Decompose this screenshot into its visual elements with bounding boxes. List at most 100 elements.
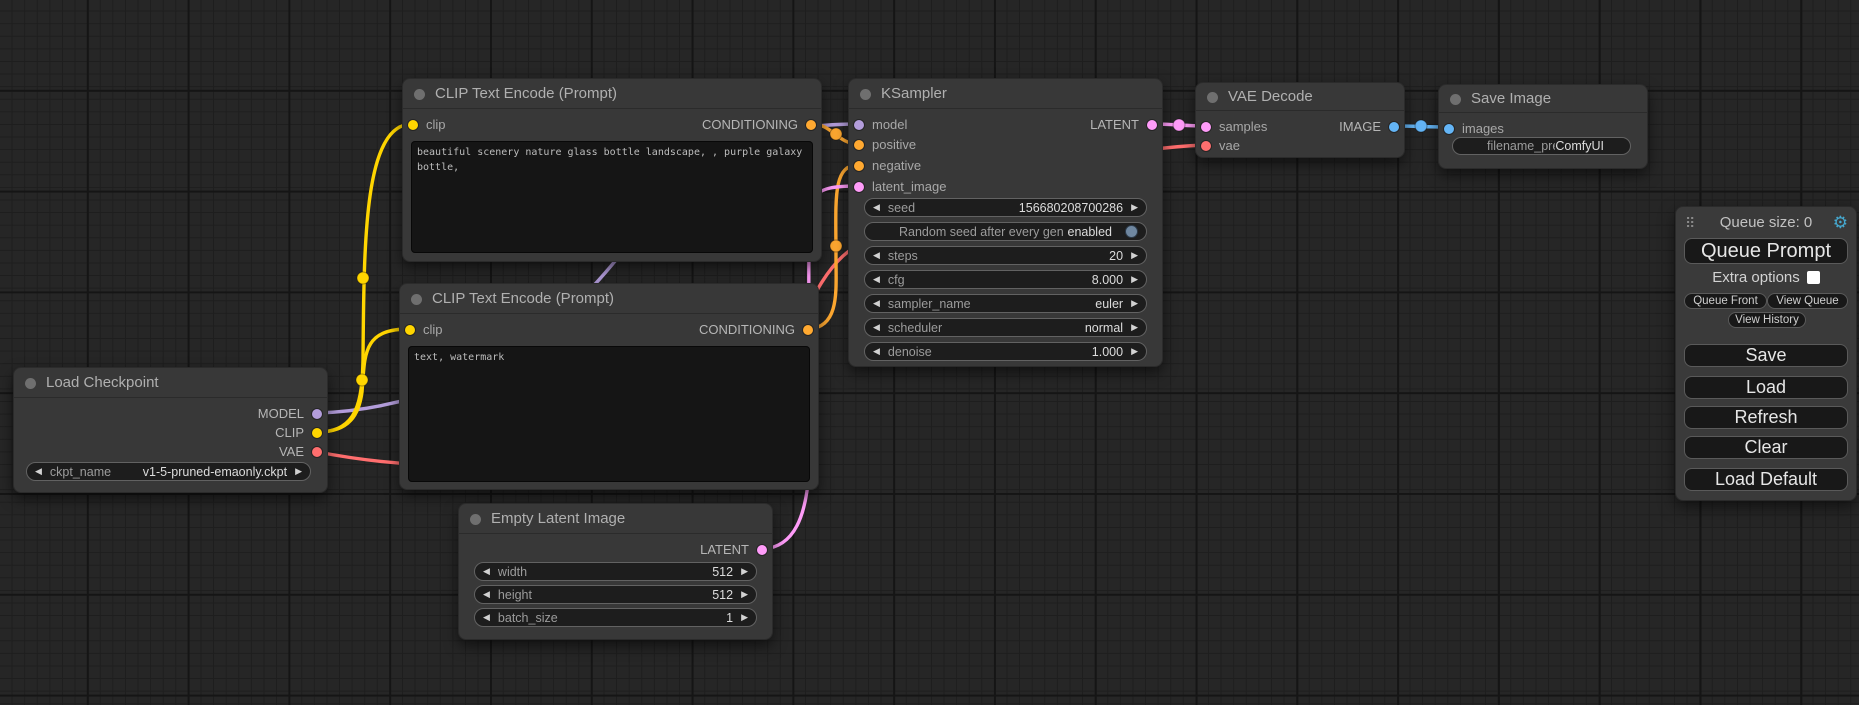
positive-prompt-textarea[interactable]: beautiful scenery nature glass bottle la… <box>411 141 813 253</box>
input-dot-clip[interactable] <box>405 325 415 335</box>
widget-right-arrow-icon[interactable]: ▶ <box>295 467 302 476</box>
input-dot-positive[interactable] <box>854 140 864 150</box>
widget-right-arrow-icon[interactable]: ▶ <box>1131 323 1138 332</box>
widget-right-arrow-icon[interactable]: ▶ <box>1131 251 1138 260</box>
load-button[interactable]: Load <box>1684 376 1848 399</box>
widget-left-arrow-icon[interactable]: ◀ <box>35 467 42 476</box>
node-collapse-dot[interactable] <box>411 294 422 305</box>
widget-left-arrow-icon[interactable]: ◀ <box>873 275 880 284</box>
output-dot-image[interactable] <box>1389 122 1399 132</box>
output-dot-model[interactable] <box>312 409 322 419</box>
node-empty-latent-image[interactable]: Empty Latent Image LATENT ◀ width 512 ▶ … <box>458 503 773 640</box>
steps-widget[interactable]: ◀ steps 20 ▶ <box>864 246 1147 265</box>
output-dot-conditioning[interactable] <box>803 325 813 335</box>
input-dot-samples[interactable] <box>1201 122 1211 132</box>
output-slot-clip[interactable]: CLIP <box>275 423 327 443</box>
height-widget[interactable]: ◀ height 512 ▶ <box>474 585 757 604</box>
widget-right-arrow-icon[interactable]: ▶ <box>1131 203 1138 212</box>
node-title-bar[interactable]: CLIP Text Encode (Prompt) <box>403 79 821 109</box>
output-dot-vae[interactable] <box>312 447 322 457</box>
denoise-widget[interactable]: ◀ denoise 1.000 ▶ <box>864 342 1147 361</box>
input-dot-images[interactable] <box>1444 124 1454 134</box>
output-dot-conditioning[interactable] <box>806 120 816 130</box>
filename-prefix-widget[interactable]: filename_prefix ComfyUI <box>1452 137 1631 155</box>
seed-widget[interactable]: ◀ seed 156680208700286 ▶ <box>864 198 1147 217</box>
input-dot-negative[interactable] <box>854 161 864 171</box>
random-seed-toggle-widget[interactable]: Random seed after every gen enabled <box>864 222 1147 241</box>
node-collapse-dot[interactable] <box>25 378 36 389</box>
node-collapse-dot[interactable] <box>414 89 425 100</box>
input-slot-clip[interactable]: clip <box>400 320 443 340</box>
node-title-bar[interactable]: KSampler <box>849 79 1162 109</box>
input-dot-vae[interactable] <box>1201 141 1211 151</box>
node-title-bar[interactable]: Save Image <box>1439 85 1647 113</box>
node-title-bar[interactable]: Empty Latent Image <box>459 504 772 534</box>
output-dot-latent[interactable] <box>757 545 767 555</box>
output-dot-latent[interactable] <box>1147 120 1157 130</box>
view-queue-button[interactable]: View Queue <box>1767 293 1848 309</box>
clear-button[interactable]: Clear <box>1684 436 1848 459</box>
output-slot-conditioning[interactable]: CONDITIONING <box>699 320 818 340</box>
widget-left-arrow-icon[interactable]: ◀ <box>873 347 880 356</box>
batch-size-widget[interactable]: ◀ batch_size 1 ▶ <box>474 608 757 627</box>
node-clip-text-encode-negative[interactable]: CLIP Text Encode (Prompt) clip CONDITION… <box>399 283 819 490</box>
output-slot-latent[interactable]: LATENT <box>700 540 772 560</box>
output-slot-image[interactable]: IMAGE <box>1339 117 1404 136</box>
node-clip-text-encode-positive[interactable]: CLIP Text Encode (Prompt) clip CONDITION… <box>402 78 822 262</box>
widget-left-arrow-icon[interactable]: ◀ <box>483 567 490 576</box>
node-save-image[interactable]: Save Image images filename_prefix ComfyU… <box>1438 84 1648 169</box>
sampler-name-widget[interactable]: ◀ sampler_name euler ▶ <box>864 294 1147 313</box>
toggle-circle-icon[interactable] <box>1125 225 1138 238</box>
widget-left-arrow-icon[interactable]: ◀ <box>873 251 880 260</box>
scheduler-widget[interactable]: ◀ scheduler normal ▶ <box>864 318 1147 337</box>
queue-front-button[interactable]: Queue Front <box>1684 293 1767 309</box>
input-dot-clip[interactable] <box>408 120 418 130</box>
output-slot-model[interactable]: MODEL <box>258 404 327 424</box>
queue-prompt-button[interactable]: Queue Prompt <box>1684 238 1848 264</box>
queue-panel[interactable]: ⠿ Queue size: 0 ⚙ Queue Prompt Extra opt… <box>1675 206 1857 501</box>
widget-left-arrow-icon[interactable]: ◀ <box>483 613 490 622</box>
widget-right-arrow-icon[interactable]: ▶ <box>1131 275 1138 284</box>
node-collapse-dot[interactable] <box>1450 94 1461 105</box>
input-dot-model[interactable] <box>854 120 864 130</box>
input-slot-samples[interactable]: samples <box>1196 117 1267 136</box>
extra-options-checkbox[interactable] <box>1807 271 1820 284</box>
widget-left-arrow-icon[interactable]: ◀ <box>873 323 880 332</box>
view-history-button[interactable]: View History <box>1728 312 1806 328</box>
widget-left-arrow-icon[interactable]: ◀ <box>873 299 880 308</box>
node-title-bar[interactable]: CLIP Text Encode (Prompt) <box>400 284 818 314</box>
output-slot-latent[interactable]: LATENT <box>1090 115 1162 135</box>
node-graph-canvas[interactable]: Load Checkpoint MODEL CLIP VAE ◀ ckpt_na… <box>0 0 1859 705</box>
output-slot-vae[interactable]: VAE <box>279 442 327 462</box>
widget-right-arrow-icon[interactable]: ▶ <box>741 613 748 622</box>
widget-right-arrow-icon[interactable]: ▶ <box>741 567 748 576</box>
node-collapse-dot[interactable] <box>470 514 481 525</box>
node-collapse-dot[interactable] <box>860 89 871 100</box>
input-dot-latent-image[interactable] <box>854 182 864 192</box>
node-title-bar[interactable]: Load Checkpoint <box>14 368 327 398</box>
widget-left-arrow-icon[interactable]: ◀ <box>873 203 880 212</box>
input-slot-model[interactable]: model <box>849 115 907 135</box>
input-slot-vae[interactable]: vae <box>1196 136 1240 155</box>
node-vae-decode[interactable]: VAE Decode samples IMAGE vae <box>1195 82 1405 158</box>
input-slot-images[interactable]: images <box>1439 119 1504 138</box>
input-slot-positive[interactable]: positive <box>849 135 916 155</box>
input-slot-clip[interactable]: clip <box>403 115 446 135</box>
cfg-widget[interactable]: ◀ cfg 8.000 ▶ <box>864 270 1147 289</box>
input-slot-negative[interactable]: negative <box>849 156 921 176</box>
node-title-bar[interactable]: VAE Decode <box>1196 83 1404 111</box>
save-button[interactable]: Save <box>1684 344 1848 367</box>
node-load-checkpoint[interactable]: Load Checkpoint MODEL CLIP VAE ◀ ckpt_na… <box>13 367 328 493</box>
output-dot-clip[interactable] <box>312 428 322 438</box>
output-slot-conditioning[interactable]: CONDITIONING <box>702 115 821 135</box>
input-slot-latent-image[interactable]: latent_image <box>849 177 946 197</box>
widget-right-arrow-icon[interactable]: ▶ <box>741 590 748 599</box>
widget-right-arrow-icon[interactable]: ▶ <box>1131 299 1138 308</box>
negative-prompt-textarea[interactable]: text, watermark <box>408 346 810 482</box>
width-widget[interactable]: ◀ width 512 ▶ <box>474 562 757 581</box>
node-collapse-dot[interactable] <box>1207 92 1218 103</box>
widget-right-arrow-icon[interactable]: ▶ <box>1131 347 1138 356</box>
widget-left-arrow-icon[interactable]: ◀ <box>483 590 490 599</box>
node-ksampler[interactable]: KSampler model LATENT positive negative … <box>848 78 1163 367</box>
ckpt-name-widget[interactable]: ◀ ckpt_name v1-5-pruned-emaonly.ckpt ▶ <box>26 462 311 481</box>
